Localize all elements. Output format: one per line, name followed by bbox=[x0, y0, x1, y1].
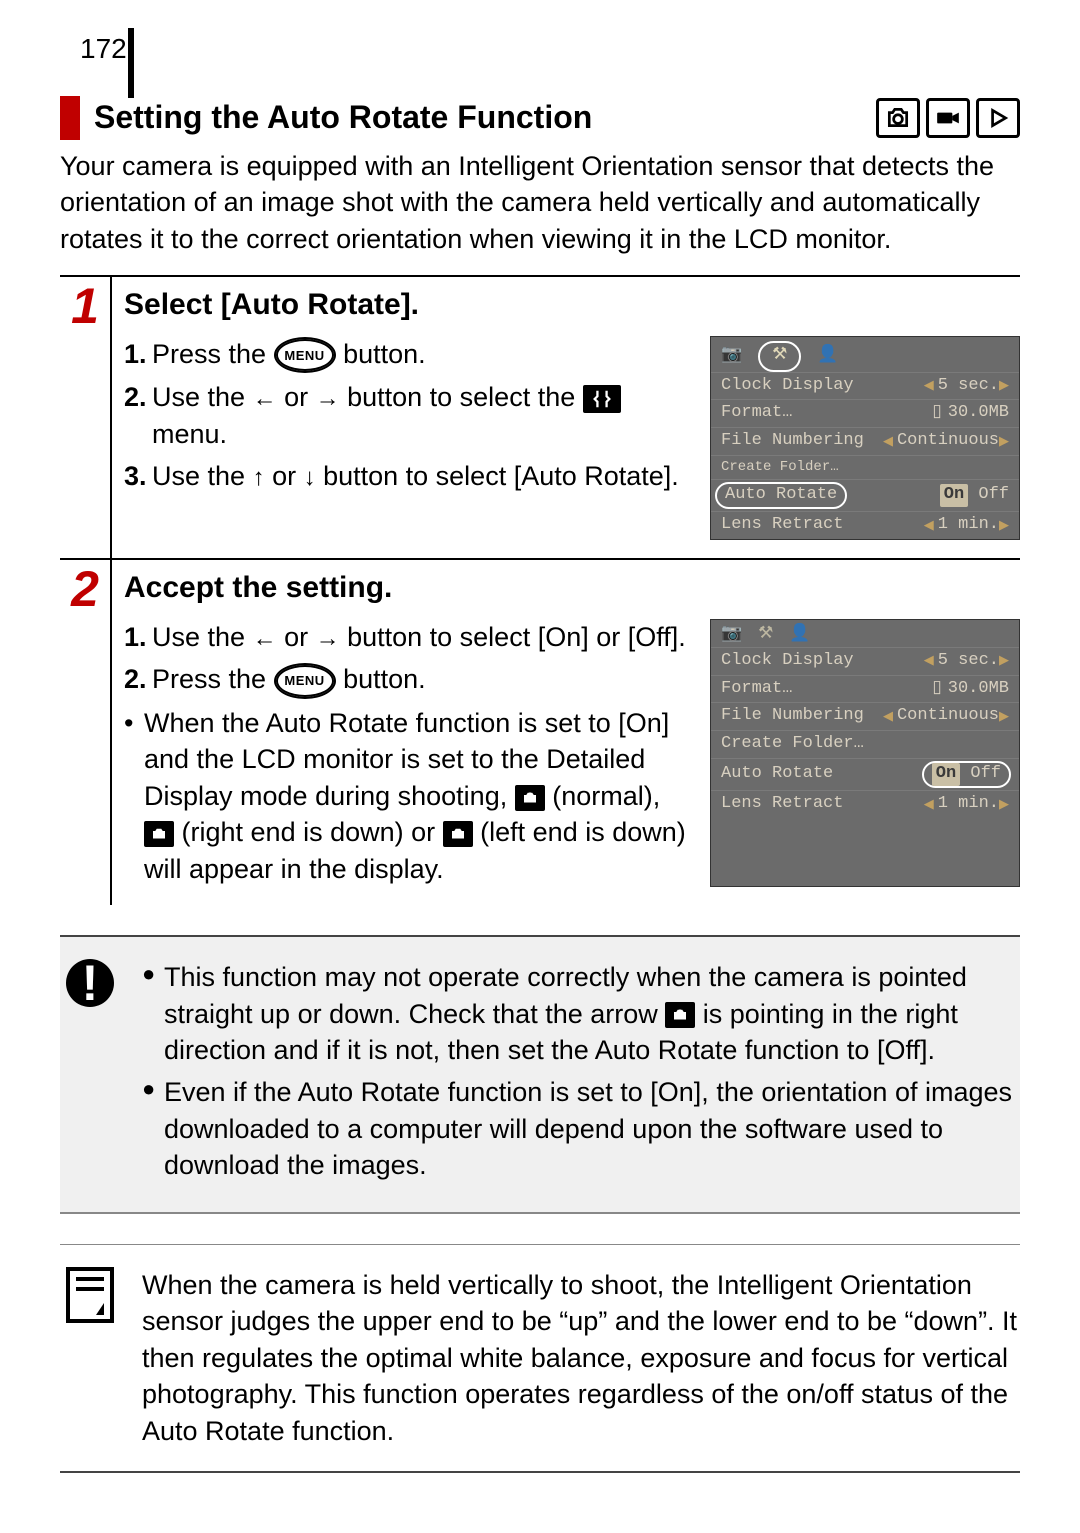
memo-text: When the camera is held vertically to sh… bbox=[142, 1267, 1020, 1449]
step2-text: 1. Use the ← or → button to select [On] … bbox=[124, 619, 694, 888]
lcd-tab-tools-highlighted: ⚒ bbox=[758, 341, 801, 372]
lcd-tab-tools: ⚒ bbox=[758, 624, 773, 647]
memo-icon bbox=[66, 1267, 114, 1323]
lcd-tab-person: 👤 bbox=[789, 624, 810, 647]
right-arrow-icon: → bbox=[316, 625, 340, 652]
section-title: Setting the Auto Rotate Function bbox=[94, 96, 862, 139]
step1-text: 1. Press the MENU button. 2. Use the ← o… bbox=[124, 336, 694, 541]
up-arrow-icon: ↑ bbox=[253, 464, 265, 491]
tools-tab-icon bbox=[583, 385, 621, 413]
left-arrow-icon: ← bbox=[253, 385, 277, 412]
orientation-right-icon bbox=[144, 821, 174, 847]
menu-button-icon: MENU bbox=[274, 663, 336, 699]
section-header: Setting the Auto Rotate Function bbox=[60, 96, 1020, 140]
caution-block: ! ● This function may not operate correc… bbox=[60, 935, 1020, 1214]
page-number: 172 bbox=[60, 30, 130, 72]
step-number-2: 2 bbox=[71, 564, 99, 905]
video-mode-icon bbox=[926, 98, 970, 138]
step-number-1: 1 bbox=[71, 281, 99, 558]
lcd-onoff-highlighted: On Off bbox=[922, 761, 1011, 788]
left-arrow-icon: ← bbox=[253, 625, 277, 652]
orientation-normal-icon bbox=[665, 1002, 695, 1028]
right-arrow-icon: → bbox=[316, 385, 340, 412]
menu-button-icon: MENU bbox=[274, 337, 336, 373]
caution-icon: ! bbox=[66, 959, 114, 1007]
lcd-tab-person: 👤 bbox=[817, 345, 838, 368]
down-arrow-icon: ↓ bbox=[304, 464, 316, 491]
camera-mode-icon bbox=[876, 98, 920, 138]
lcd-preview-1: 📷 ⚒ 👤 Clock Display◀5 sec.▶ Format…▯30.0… bbox=[710, 336, 1020, 541]
lcd-auto-rotate-highlighted: Auto Rotate bbox=[715, 482, 847, 509]
caution-text: ● This function may not operate correctl… bbox=[142, 959, 1020, 1190]
step2-title: Accept the setting. bbox=[124, 568, 1020, 609]
section-accent bbox=[60, 96, 80, 140]
step-2: 2 Accept the setting. 1. Use the ← or → … bbox=[60, 558, 1020, 905]
step-1: 1 Select [Auto Rotate]. 1. Press the MEN… bbox=[60, 275, 1020, 558]
lcd-tab-camera: 📷 bbox=[721, 624, 742, 647]
step1-title: Select [Auto Rotate]. bbox=[124, 285, 1020, 326]
memo-block: When the camera is held vertically to sh… bbox=[60, 1244, 1020, 1473]
play-mode-icon bbox=[976, 98, 1020, 138]
lcd-tab-camera: 📷 bbox=[721, 345, 742, 368]
orientation-normal-icon bbox=[515, 785, 545, 811]
orientation-left-icon bbox=[443, 821, 473, 847]
lcd-preview-2: 📷 ⚒ 👤 Clock Display◀5 sec.▶ Format…▯30.0… bbox=[710, 619, 1020, 888]
mode-icons bbox=[876, 98, 1020, 138]
intro-text: Your camera is equipped with an Intellig… bbox=[60, 148, 1020, 257]
